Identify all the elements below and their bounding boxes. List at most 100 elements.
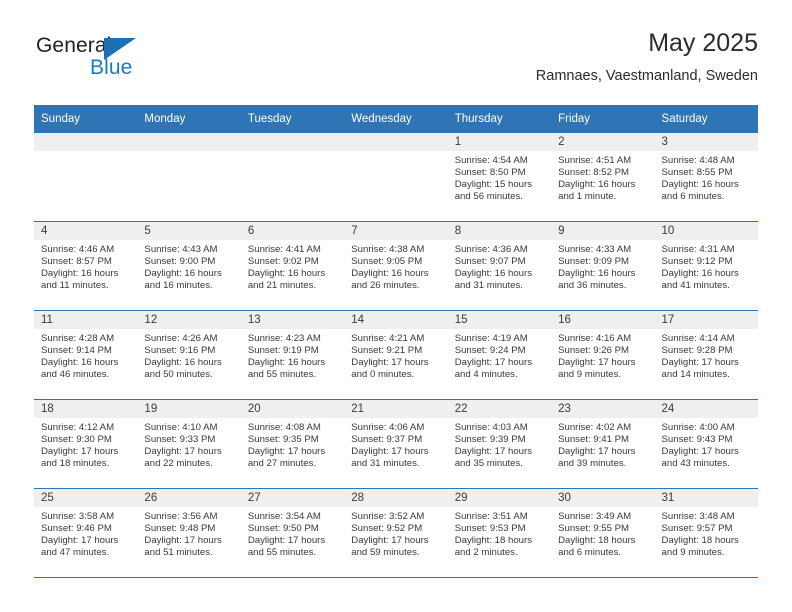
day-number: 27	[240, 489, 345, 507]
day-cell[interactable]	[240, 133, 345, 222]
daylight-text-line2: and 21 minutes.	[247, 280, 317, 292]
day-cell[interactable]: 21 Sunrise: 4:06 AM Sunset: 9:37 PM Dayligh…	[344, 399, 448, 489]
day-details	[344, 151, 447, 155]
day-number: 1	[447, 133, 552, 151]
daylight-text-line2: and 46 minutes.	[41, 369, 110, 381]
day-cell[interactable]: 12 Sunrise: 4:26 AM Sunset: 9:16 PM Dayligh…	[137, 310, 241, 400]
day-details: Sunrise: 4:28 AM Sunset: 9:14 PM Daylight:…	[34, 329, 137, 381]
day-cell[interactable]	[137, 133, 241, 222]
daylight-text-line2: and 16 minutes.	[144, 280, 213, 292]
day-cell[interactable]: 22 Sunrise: 4:03 AM Sunset: 9:39 PM Dayligh…	[447, 399, 552, 489]
sunrise-text: Sunrise: 4:38 AM	[351, 244, 425, 255]
day-cell[interactable]: 19 Sunrise: 4:10 AM Sunset: 9:33 PM Dayligh…	[137, 399, 241, 489]
day-details: Sunrise: 4:10 AM Sunset: 9:33 PM Daylight:…	[137, 418, 240, 470]
day-cell[interactable]: 27 Sunrise: 3:54 AM Sunset: 9:50 PM Dayligh…	[240, 488, 345, 578]
daylight-text-line2: and 31 minutes.	[351, 458, 420, 470]
day-cell[interactable]: 16 Sunrise: 4:16 AM Sunset: 9:26 PM Dayligh…	[551, 310, 655, 400]
day-details: Sunrise: 4:38 AM Sunset: 9:05 PM Daylight:…	[344, 240, 447, 292]
weekday-header-sunday: Sunday	[34, 105, 138, 133]
weekday-header-monday: Monday	[137, 105, 241, 133]
day-cell[interactable]: 2 Sunrise: 4:51 AM Sunset: 8:52 PM Daylight…	[551, 133, 655, 222]
sunset-text: Sunset: 9:24 PM	[454, 345, 526, 357]
day-details: Sunrise: 3:54 AM Sunset: 9:50 PM Daylight:…	[241, 507, 344, 559]
day-details: Sunrise: 4:54 AM Sunset: 8:50 PM Daylight:…	[448, 151, 551, 203]
day-details: Sunrise: 4:00 AM Sunset: 9:43 PM Daylight:…	[655, 418, 758, 470]
day-details: Sunrise: 4:51 AM Sunset: 8:52 PM Daylight:…	[551, 151, 654, 203]
sunrise-text: Sunrise: 4:02 AM	[558, 422, 632, 433]
week-row: 25 Sunrise: 3:58 AM Sunset: 9:46 PM Dayligh…	[34, 488, 758, 578]
daylight-text-line1: Daylight: 17 hours	[351, 357, 429, 369]
sunset-text: Sunset: 9:50 PM	[247, 523, 319, 535]
day-details: Sunrise: 4:16 AM Sunset: 9:26 PM Daylight:…	[551, 329, 654, 381]
day-cell[interactable]: 29 Sunrise: 3:51 AM Sunset: 9:53 PM Dayligh…	[447, 488, 552, 578]
daylight-text-line1: Daylight: 16 hours	[144, 357, 222, 369]
daylight-text-line2: and 31 minutes.	[454, 280, 523, 292]
daylight-text-line2: and 36 minutes.	[558, 280, 627, 292]
day-cell[interactable]: 4 Sunrise: 4:46 AM Sunset: 8:57 PM Daylight…	[34, 221, 138, 311]
day-details: Sunrise: 3:49 AM Sunset: 9:55 PM Daylight:…	[551, 507, 654, 559]
daylight-text-line2: and 55 minutes.	[247, 547, 317, 559]
day-cell[interactable]: 30 Sunrise: 3:49 AM Sunset: 9:55 PM Dayligh…	[551, 488, 655, 578]
logo-text-blue: Blue	[90, 56, 133, 79]
calendar-body: 1 Sunrise: 4:54 AM Sunset: 8:50 PM Daylight…	[34, 133, 758, 578]
sunrise-text: Sunrise: 3:54 AM	[247, 511, 321, 522]
day-cell[interactable]: 6 Sunrise: 4:41 AM Sunset: 9:02 PM Daylight…	[240, 221, 345, 311]
day-cell[interactable]: 15 Sunrise: 4:19 AM Sunset: 9:24 PM Dayligh…	[447, 310, 552, 400]
general-blue-logo[interactable]: General Blue	[34, 34, 234, 90]
day-cell[interactable]: 9 Sunrise: 4:33 AM Sunset: 9:09 PM Daylight…	[551, 221, 655, 311]
sunrise-text: Sunrise: 4:23 AM	[247, 333, 321, 344]
daylight-text-line1: Daylight: 18 hours	[454, 535, 533, 547]
day-cell[interactable]: 17 Sunrise: 4:14 AM Sunset: 9:28 PM Dayligh…	[654, 310, 758, 400]
sunset-text: Sunset: 8:50 PM	[454, 167, 526, 179]
day-number: 12	[137, 311, 241, 329]
day-cell[interactable]: 26 Sunrise: 3:56 AM Sunset: 9:48 PM Dayligh…	[137, 488, 241, 578]
day-details	[241, 151, 344, 155]
day-cell[interactable]: 11 Sunrise: 4:28 AM Sunset: 9:14 PM Dayligh…	[34, 310, 138, 400]
sunset-text: Sunset: 9:43 PM	[661, 434, 733, 446]
day-details: Sunrise: 4:46 AM Sunset: 8:57 PM Daylight:…	[34, 240, 137, 292]
daylight-text-line1: Daylight: 17 hours	[144, 446, 222, 458]
day-cell[interactable]: 10 Sunrise: 4:31 AM Sunset: 9:12 PM Dayligh…	[654, 221, 758, 311]
daylight-text-line2: and 4 minutes.	[454, 369, 518, 381]
day-details: Sunrise: 3:51 AM Sunset: 9:53 PM Daylight:…	[448, 507, 551, 559]
sunset-text: Sunset: 9:05 PM	[351, 256, 423, 268]
sunset-text: Sunset: 9:55 PM	[558, 523, 630, 535]
day-cell[interactable]: 20 Sunrise: 4:08 AM Sunset: 9:35 PM Dayligh…	[240, 399, 345, 489]
day-cell[interactable]	[34, 133, 138, 222]
daylight-text-line1: Daylight: 15 hours	[454, 179, 533, 191]
sunrise-text: Sunrise: 4:14 AM	[661, 333, 735, 344]
week-row: 4 Sunrise: 4:46 AM Sunset: 8:57 PM Daylight…	[34, 221, 758, 311]
day-details: Sunrise: 3:48 AM Sunset: 9:57 PM Daylight:…	[655, 507, 758, 559]
day-cell[interactable]: 31 Sunrise: 3:48 AM Sunset: 9:57 PM Dayligh…	[654, 488, 758, 578]
day-cell[interactable]: 7 Sunrise: 4:38 AM Sunset: 9:05 PM Daylight…	[344, 221, 448, 311]
daylight-text-line1: Daylight: 17 hours	[351, 535, 429, 547]
day-cell[interactable]: 8 Sunrise: 4:36 AM Sunset: 9:07 PM Daylight…	[447, 221, 552, 311]
day-cell[interactable]: 5 Sunrise: 4:43 AM Sunset: 9:00 PM Daylight…	[137, 221, 241, 311]
day-number: 28	[344, 489, 448, 507]
day-details: Sunrise: 4:41 AM Sunset: 9:02 PM Daylight:…	[241, 240, 344, 292]
day-cell[interactable]: 18 Sunrise: 4:12 AM Sunset: 9:30 PM Dayligh…	[34, 399, 138, 489]
daylight-text-line1: Daylight: 17 hours	[558, 357, 636, 369]
day-details: Sunrise: 4:26 AM Sunset: 9:16 PM Daylight:…	[137, 329, 240, 381]
sunrise-text: Sunrise: 3:49 AM	[558, 511, 632, 522]
sunrise-text: Sunrise: 4:19 AM	[454, 333, 528, 344]
day-cell[interactable]: 23 Sunrise: 4:02 AM Sunset: 9:41 PM Dayligh…	[551, 399, 655, 489]
day-cell[interactable]: 13 Sunrise: 4:23 AM Sunset: 9:19 PM Dayligh…	[240, 310, 345, 400]
day-number: 31	[654, 489, 758, 507]
day-details: Sunrise: 4:06 AM Sunset: 9:37 PM Daylight:…	[344, 418, 447, 470]
daylight-text-line2: and 47 minutes.	[41, 547, 110, 559]
day-cell[interactable]: 28 Sunrise: 3:52 AM Sunset: 9:52 PM Dayligh…	[344, 488, 448, 578]
day-details: Sunrise: 3:56 AM Sunset: 9:48 PM Daylight:…	[137, 507, 240, 559]
day-cell[interactable]: 14 Sunrise: 4:21 AM Sunset: 9:21 PM Dayligh…	[344, 310, 448, 400]
daylight-text-line1: Daylight: 17 hours	[454, 446, 533, 458]
day-cell[interactable]: 1 Sunrise: 4:54 AM Sunset: 8:50 PM Daylight…	[447, 133, 552, 222]
day-cell[interactable]: 24 Sunrise: 4:00 AM Sunset: 9:43 PM Dayligh…	[654, 399, 758, 489]
day-cell[interactable]	[344, 133, 448, 222]
day-number	[344, 133, 448, 151]
sunset-text: Sunset: 9:26 PM	[558, 345, 630, 357]
sunrise-text: Sunrise: 4:06 AM	[351, 422, 425, 433]
sunset-text: Sunset: 9:14 PM	[41, 345, 112, 357]
day-cell[interactable]: 3 Sunrise: 4:48 AM Sunset: 8:55 PM Daylight…	[654, 133, 758, 222]
daylight-text-line2: and 56 minutes.	[454, 191, 523, 203]
day-cell[interactable]: 25 Sunrise: 3:58 AM Sunset: 9:46 PM Dayligh…	[34, 488, 138, 578]
